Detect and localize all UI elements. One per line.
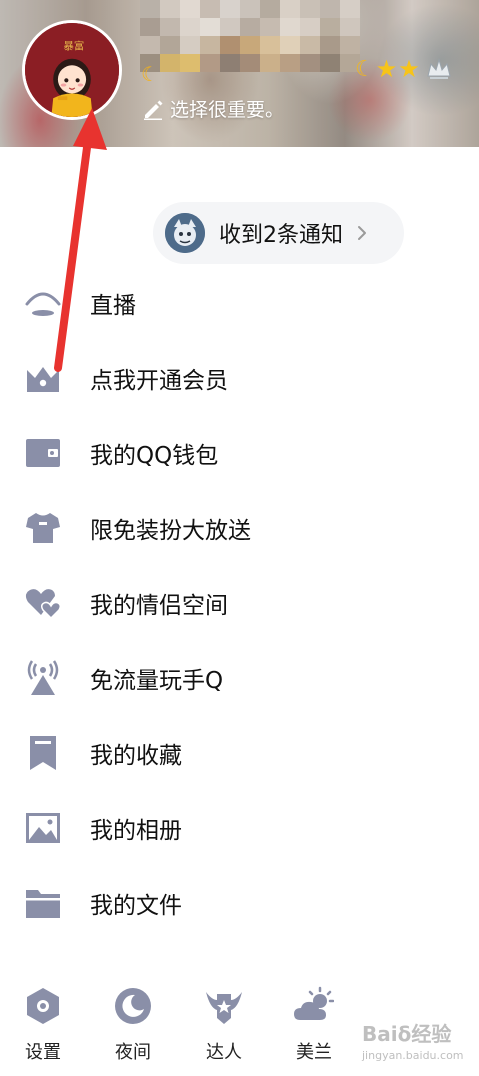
star-level-icon: ★ bbox=[375, 55, 398, 83]
menu-item-live[interactable]: 直播 bbox=[0, 273, 479, 333]
level-badges[interactable]: ☾ ★ ★ bbox=[355, 56, 453, 82]
night-mode-icon bbox=[113, 986, 153, 1026]
watermark-sub: jingyan.baidu.com bbox=[362, 1049, 464, 1062]
live-icon bbox=[24, 284, 62, 322]
night-mode-label: 夜间 bbox=[115, 1042, 151, 1063]
menu-item-couple[interactable]: 我的情侣空间 bbox=[0, 573, 479, 633]
moon-level-icon: ☾ bbox=[141, 62, 159, 86]
signal-tower-icon bbox=[24, 659, 62, 697]
signature[interactable]: 选择很重要。 bbox=[142, 95, 284, 122]
folder-icon bbox=[24, 884, 62, 922]
talent-button[interactable]: 达人 bbox=[189, 980, 259, 1076]
menu-item-label: 我的相册 bbox=[90, 818, 182, 844]
menu-item-label: 免流量玩手Q bbox=[90, 668, 224, 694]
menu-item-label: 限免装扮大放送 bbox=[90, 518, 251, 544]
svg-text:暴富: 暴富 bbox=[64, 39, 85, 52]
menu-item-label: 点我开通会员 bbox=[90, 368, 228, 394]
vip-crown-icon bbox=[24, 359, 62, 397]
menu-item-dressup[interactable]: 限免装扮大放送 bbox=[0, 498, 479, 558]
night-mode-button[interactable]: 夜间 bbox=[98, 980, 168, 1076]
menu-item-wallet[interactable]: 我的QQ钱包 bbox=[0, 423, 479, 483]
chevron-right-icon bbox=[355, 224, 369, 242]
pencil-icon bbox=[142, 98, 164, 120]
menu-item-files[interactable]: 我的文件 bbox=[0, 873, 479, 933]
photo-icon bbox=[24, 809, 62, 847]
wallet-icon bbox=[24, 434, 62, 472]
settings-button[interactable]: 设置 bbox=[8, 980, 78, 1076]
menu-item-favorites[interactable]: 我的收藏 bbox=[0, 723, 479, 783]
notification-pill[interactable]: 收到2条通知 bbox=[153, 202, 404, 264]
avatar[interactable]: 暴富 bbox=[22, 20, 122, 120]
menu-item-label: 我的QQ钱包 bbox=[90, 443, 219, 469]
bookmark-icon bbox=[24, 734, 62, 772]
weather-label: 美兰 bbox=[296, 1042, 332, 1063]
notification-avatar bbox=[165, 213, 205, 253]
menu-item-label: 直播 bbox=[90, 293, 136, 319]
menu-item-label: 我的情侣空间 bbox=[90, 593, 228, 619]
menu-item-free-data[interactable]: 免流量玩手Q bbox=[0, 648, 479, 708]
signature-text: 选择很重要。 bbox=[170, 99, 285, 121]
watermark-main: Baiδ经验 bbox=[362, 1022, 452, 1046]
menu-item-vip[interactable]: 点我开通会员 bbox=[0, 348, 479, 408]
crown-badge-icon bbox=[425, 56, 453, 82]
menu-item-label: 我的收藏 bbox=[90, 743, 182, 769]
star-level-icon: ★ bbox=[398, 55, 420, 83]
notification-text: 收到2条通知 bbox=[219, 223, 343, 248]
hearts-icon bbox=[24, 584, 62, 622]
baidu-watermark: Baiδ经验 jingyan.baidu.com bbox=[362, 1018, 474, 1066]
talent-label: 达人 bbox=[206, 1042, 242, 1063]
settings-label: 设置 bbox=[25, 1042, 61, 1063]
weather-button[interactable]: 美兰 bbox=[279, 980, 349, 1076]
weather-icon bbox=[294, 986, 334, 1026]
tshirt-icon bbox=[24, 509, 62, 547]
settings-icon bbox=[23, 986, 63, 1026]
menu-item-album[interactable]: 我的相册 bbox=[0, 798, 479, 858]
menu-item-label: 我的文件 bbox=[90, 893, 182, 919]
moon-level-icon: ☾ bbox=[355, 56, 375, 82]
talent-icon bbox=[204, 986, 244, 1026]
blurred-nickname bbox=[140, 0, 360, 72]
